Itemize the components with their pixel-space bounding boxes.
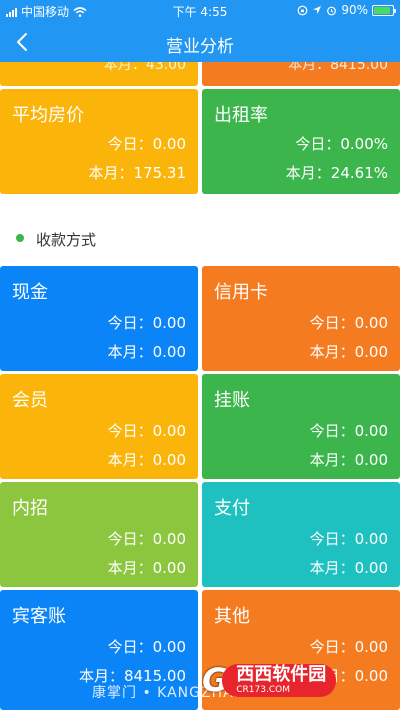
card-title: 支付 (214, 498, 250, 519)
card-month-value: 本月：0.00 (309, 451, 388, 469)
orientation-lock-icon (297, 5, 308, 15)
card-month-value: 本月：0.00 (107, 343, 186, 361)
logo-sub-text: CR173.COM (236, 684, 290, 695)
card-month-value: 本月：0.00 (107, 559, 186, 577)
status-bar: 中国移动 下午 4:55 90% (0, 0, 400, 22)
battery-icon (372, 4, 396, 16)
alarm-icon (327, 6, 337, 15)
card-today-value: 今日：0.00 (107, 314, 186, 332)
card-cash[interactable]: 现金 今日：0.00 本月：0.00 (0, 266, 198, 371)
site-logo: G 西西软件园 CR173.COM (202, 660, 380, 700)
card-on-account[interactable]: 挂账 今日：0.00 本月：0.00 (202, 374, 400, 479)
content-area[interactable]: 本月：43.00 本月：8415.00 平均房价 今日：0.00 本月：175.… (0, 0, 400, 710)
page-title: 营业分析 (166, 37, 234, 57)
card-average-room-rate[interactable]: 平均房价 今日：0.00 本月：175.31 (0, 89, 198, 194)
app-header: 中国移动 下午 4:55 90% 营业分析 (0, 0, 400, 62)
app-screen: 本月：43.00 本月：8415.00 平均房价 今日：0.00 本月：175.… (0, 0, 400, 710)
card-title: 现金 (12, 282, 48, 303)
card-today-value: 今日：0.00 (107, 135, 186, 153)
card-member[interactable]: 会员 今日：0.00 本月：0.00 (0, 374, 198, 479)
logo-badge: 西西软件园 CR173.COM (222, 663, 337, 697)
card-internal[interactable]: 内招 今日：0.00 本月：0.00 (0, 482, 198, 587)
card-today-value: 今日：0.00 (309, 530, 388, 548)
card-payment[interactable]: 支付 今日：0.00 本月：0.00 (202, 482, 400, 587)
section-title: 收款方式 (36, 231, 97, 249)
card-title: 出租率 (214, 105, 268, 126)
battery-percent: 90% (341, 3, 368, 17)
card-today-value: 今日：0.00% (295, 135, 388, 153)
card-today-value: 今日：0.00 (309, 638, 388, 656)
battery-fill (374, 6, 390, 14)
card-title: 平均房价 (12, 105, 84, 126)
logo-main-text: 西西软件园 (236, 663, 327, 685)
card-occupancy-rate[interactable]: 出租率 今日：0.00% 本月：24.61% (202, 89, 400, 194)
status-right: 90% (297, 3, 396, 17)
card-credit-card[interactable]: 信用卡 今日：0.00 本月：0.00 (202, 266, 400, 371)
section-dot-icon (16, 234, 24, 242)
card-title: 信用卡 (214, 282, 268, 303)
card-month-value: 本月：24.61% (285, 164, 388, 182)
card-today-value: 今日：0.00 (107, 638, 186, 656)
card-month-value: 本月：175.31 (88, 164, 187, 182)
card-month-value: 本月：0.00 (309, 343, 388, 361)
card-month-value: 本月：0.00 (309, 559, 388, 577)
nav-bar: 营业分析 (0, 22, 400, 62)
payment-methods-section-header: 收款方式 (0, 226, 400, 250)
card-today-value: 今日：0.00 (309, 314, 388, 332)
card-title: 会员 (12, 390, 48, 411)
card-today-value: 今日：0.00 (107, 530, 186, 548)
card-title: 其他 (214, 606, 250, 627)
card-title: 宾客账 (12, 606, 66, 627)
card-today-value: 今日：0.00 (107, 422, 186, 440)
card-month-value: 本月：0.00 (107, 451, 186, 469)
card-today-value: 今日：0.00 (309, 422, 388, 440)
card-title: 内招 (12, 498, 48, 519)
location-icon (313, 6, 322, 14)
card-title: 挂账 (214, 390, 250, 411)
